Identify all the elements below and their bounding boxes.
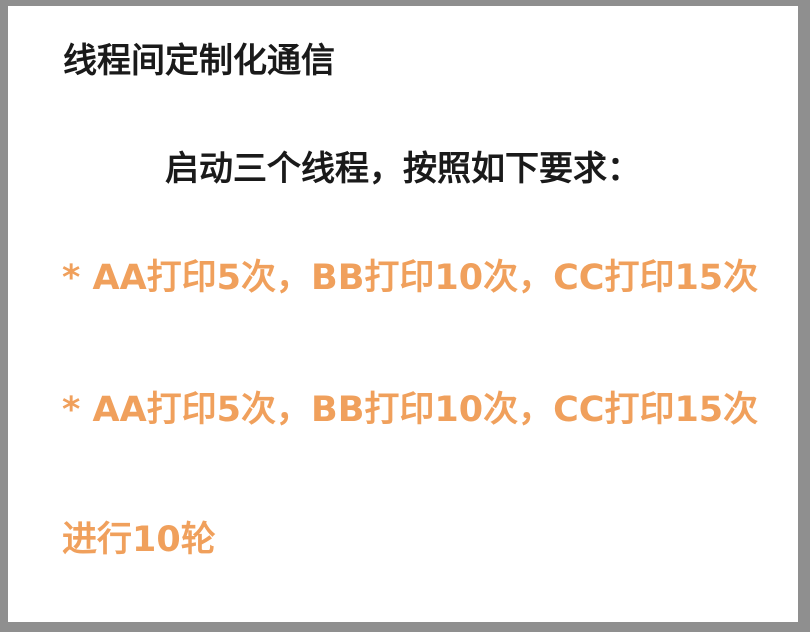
- slide-canvas: 线程间定制化通信 启动三个线程，按照如下要求： * AA打印5次，BB打印10次…: [8, 6, 798, 622]
- requirement-line-2: * AA打印5次，BB打印10次，CC打印15次: [62, 390, 759, 430]
- requirement-line-3: 进行10轮: [62, 520, 216, 560]
- slide-title: 线程间定制化通信: [63, 41, 335, 81]
- requirement-line-1: * AA打印5次，BB打印10次，CC打印15次: [62, 258, 759, 298]
- slide-subtitle: 启动三个线程，按照如下要求：: [165, 149, 641, 189]
